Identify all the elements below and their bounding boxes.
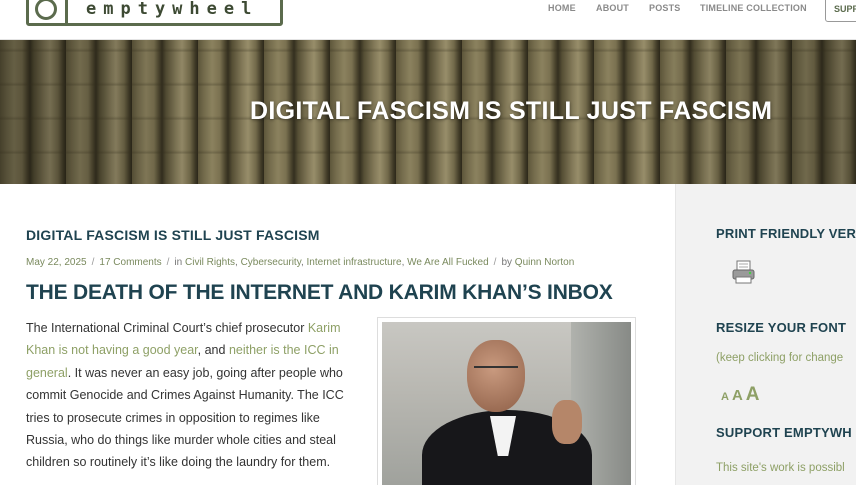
comments-link[interactable]: 17 Comments bbox=[99, 257, 161, 268]
title-banner: DIGITAL FASCISM IS STILL JUST FASCISM bbox=[0, 40, 856, 184]
main-content: DIGITAL FASCISM IS STILL JUST FASCISM Ma… bbox=[0, 184, 675, 485]
logo-text: emptywheel bbox=[86, 0, 259, 19]
banner-title: DIGITAL FASCISM IS STILL JUST FASCISM bbox=[250, 97, 773, 125]
category-we-are-all-fucked[interactable]: We Are All Fucked bbox=[407, 257, 489, 268]
by-label: by bbox=[501, 257, 513, 268]
body-text-2: , and bbox=[197, 343, 229, 358]
font-larger-button[interactable]: A bbox=[746, 384, 760, 406]
support-heading: SUPPORT EMPTYWH bbox=[716, 425, 852, 440]
font-size-controls: AAA bbox=[721, 384, 763, 406]
article-body: The International Criminal Court’s chief… bbox=[26, 317, 356, 474]
logo-circle-icon bbox=[35, 0, 57, 20]
post-title[interactable]: DIGITAL FASCISM IS STILL JUST FASCISM bbox=[26, 227, 320, 243]
support-button[interactable]: SUPP bbox=[825, 0, 856, 22]
article-photo bbox=[377, 317, 636, 485]
category-internet-infrastructure[interactable]: Internet infrastructure bbox=[307, 257, 402, 268]
nav-about[interactable]: ABOUT bbox=[596, 3, 629, 13]
resize-font-heading: RESIZE YOUR FONT bbox=[716, 320, 847, 335]
print-friendly-heading: PRINT FRIENDLY VER bbox=[716, 226, 856, 241]
logo-divider bbox=[65, 0, 68, 26]
site-header: emptywheel HOME ABOUT POSTS TIMELINE COL… bbox=[0, 0, 856, 40]
body-text-1: The International Criminal Court’s chief… bbox=[26, 321, 308, 335]
printer-icon[interactable] bbox=[731, 259, 757, 285]
font-smaller-button[interactable]: A bbox=[721, 391, 729, 403]
in-label: in bbox=[174, 257, 183, 268]
resize-font-note: (keep clicking for change bbox=[716, 352, 844, 364]
body-text-3: . It was never an easy job, going after … bbox=[26, 365, 344, 470]
nav-home[interactable]: HOME bbox=[548, 3, 576, 13]
site-logo[interactable]: emptywheel bbox=[26, 0, 283, 26]
sidebar: PRINT FRIENDLY VER RESIZE YOUR FONT (kee… bbox=[675, 184, 856, 485]
post-meta: May 22, 2025/17 Comments / in Civil Rights… bbox=[26, 257, 575, 268]
article-headline: THE DEATH OF THE INTERNET AND KARIM KHAN… bbox=[26, 281, 613, 304]
author-link[interactable]: Quinn Norton bbox=[515, 257, 574, 268]
post-date[interactable]: May 22, 2025 bbox=[26, 257, 87, 268]
nav-posts[interactable]: POSTS bbox=[649, 3, 681, 13]
photo-image bbox=[382, 322, 631, 485]
font-default-button[interactable]: A bbox=[732, 387, 743, 404]
category-cybersecurity[interactable]: Cybersecurity bbox=[241, 257, 301, 268]
nav-timeline-collection[interactable]: TIMELINE COLLECTION bbox=[700, 3, 807, 13]
support-text: This site's work is possibl bbox=[716, 462, 845, 474]
category-civil-rights[interactable]: Civil Rights bbox=[185, 257, 235, 268]
